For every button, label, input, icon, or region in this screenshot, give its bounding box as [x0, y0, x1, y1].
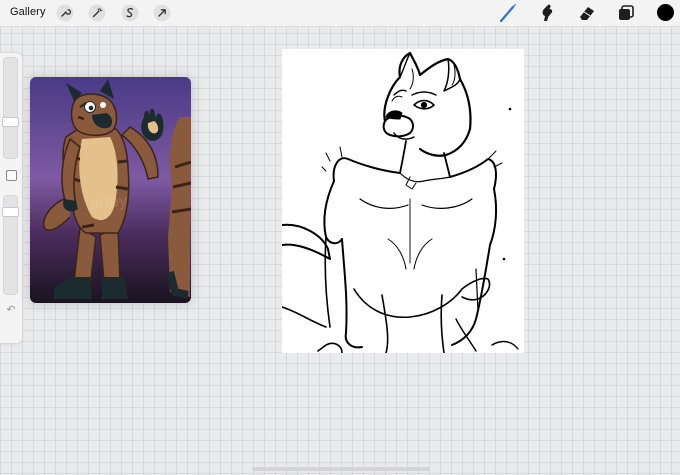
- opacity-thumb[interactable]: [2, 207, 19, 217]
- reference-window[interactable]: artby: [30, 77, 191, 303]
- sidebar: ↶: [0, 52, 23, 344]
- layers-icon[interactable]: [615, 2, 637, 24]
- brush-size-thumb[interactable]: [2, 117, 19, 127]
- brush-size-slider[interactable]: [2, 57, 19, 159]
- top-toolbar: Gallery: [0, 0, 680, 27]
- modify-button[interactable]: [6, 170, 17, 181]
- gallery-button[interactable]: Gallery: [10, 6, 46, 18]
- svg-text:artby: artby: [89, 191, 129, 213]
- eraser-icon[interactable]: [576, 2, 598, 24]
- smudge-icon[interactable]: [536, 2, 558, 24]
- home-indicator: [252, 467, 430, 471]
- magic-wand-icon[interactable]: [88, 4, 106, 22]
- wrench-icon[interactable]: [56, 4, 74, 22]
- opacity-slider[interactable]: [2, 195, 19, 295]
- line-art-sketch: [282, 51, 519, 353]
- undo-icon[interactable]: ↶: [4, 304, 18, 316]
- selection-icon[interactable]: [121, 4, 139, 22]
- color-picker-button[interactable]: [657, 4, 674, 21]
- brush-icon[interactable]: [497, 2, 519, 24]
- transform-arrow-icon[interactable]: [153, 4, 171, 22]
- reference-image: artby: [30, 77, 191, 303]
- drawing-canvas[interactable]: [282, 49, 524, 353]
